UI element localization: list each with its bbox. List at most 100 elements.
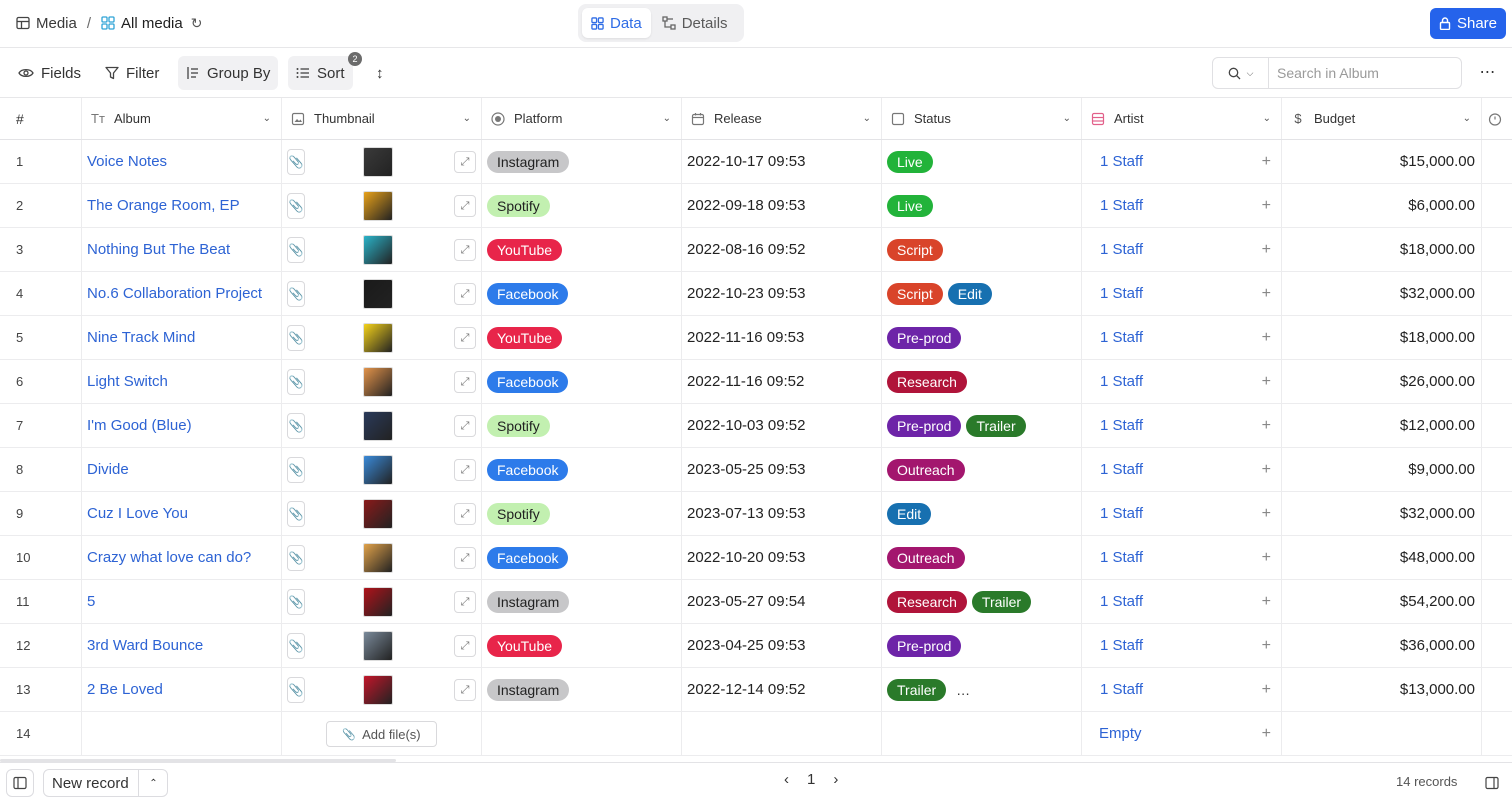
chevron-down-icon[interactable]: ⌄: [463, 113, 471, 124]
platform-cell[interactable]: YouTube: [482, 624, 682, 667]
release-cell[interactable]: 2022-08-16 09:52: [682, 228, 882, 271]
thumbnail-cell[interactable]: 📎 ⤢: [282, 140, 482, 183]
thumbnail-cell[interactable]: 📎 ⤢: [282, 272, 482, 315]
row-height-button[interactable]: ↕: [368, 56, 392, 90]
budget-cell[interactable]: $54,200.00: [1282, 580, 1482, 623]
platform-cell[interactable]: Facebook: [482, 448, 682, 491]
table-row[interactable]: 4 No.6 Collaboration Project 📎 ⤢ Faceboo…: [0, 272, 1512, 316]
artist-link[interactable]: 1 Staff: [1082, 417, 1143, 434]
artist-cell[interactable]: 1 Staff +: [1082, 624, 1282, 667]
attach-icon[interactable]: 📎: [287, 588, 305, 615]
release-cell[interactable]: 2022-10-23 09:53: [682, 272, 882, 315]
expand-icon[interactable]: ⤢: [454, 635, 476, 657]
expand-icon[interactable]: ⤢: [454, 195, 476, 217]
share-button[interactable]: Share: [1430, 8, 1506, 39]
table-row[interactable]: 1 Voice Notes 📎 ⤢ Instagram 2022-10-17 0…: [0, 140, 1512, 184]
artist-link[interactable]: 1 Staff: [1082, 153, 1143, 170]
expand-icon[interactable]: ⤢: [454, 679, 476, 701]
status-cell[interactable]: Trailer…: [882, 668, 1082, 711]
table-row[interactable]: 3 Nothing But The Beat 📎 ⤢ YouTube 2022-…: [0, 228, 1512, 272]
new-record-button[interactable]: New record ⌃: [43, 769, 168, 797]
artist-link[interactable]: 1 Staff: [1082, 197, 1143, 214]
add-link-icon[interactable]: +: [1262, 725, 1271, 743]
budget-cell[interactable]: $9,000.00: [1282, 448, 1482, 491]
artist-cell[interactable]: 1 Staff +: [1082, 360, 1282, 403]
artist-cell[interactable]: 1 Staff +: [1082, 536, 1282, 579]
attach-icon[interactable]: 📎: [287, 412, 305, 439]
artist-link[interactable]: 1 Staff: [1082, 549, 1143, 566]
new-record-dropdown[interactable]: ⌃: [138, 770, 168, 796]
release-cell[interactable]: 2022-11-16 09:53: [682, 316, 882, 359]
platform-cell[interactable]: Instagram: [482, 668, 682, 711]
status-cell[interactable]: Live: [882, 140, 1082, 183]
add-link-icon[interactable]: +: [1262, 285, 1271, 303]
attach-icon[interactable]: 📎: [287, 192, 305, 219]
thumbnail-cell[interactable]: 📎 ⤢: [282, 668, 482, 711]
add-link-icon[interactable]: +: [1262, 637, 1271, 655]
attach-icon[interactable]: 📎: [287, 632, 305, 659]
thumbnail-cell[interactable]: 📎 ⤢: [282, 228, 482, 271]
column-header-artist[interactable]: Artist ⌄: [1082, 98, 1282, 139]
artist-cell[interactable]: 1 Staff +: [1082, 316, 1282, 359]
add-link-icon[interactable]: +: [1262, 593, 1271, 611]
thumbnail-image[interactable]: [363, 543, 393, 573]
album-cell[interactable]: The Orange Room, EP: [82, 184, 282, 227]
artist-link[interactable]: 1 Staff: [1082, 285, 1143, 302]
budget-cell[interactable]: $6,000.00: [1282, 184, 1482, 227]
attach-icon[interactable]: 📎: [287, 280, 305, 307]
breadcrumb-base[interactable]: Media: [16, 15, 77, 32]
table-row[interactable]: 6 Light Switch 📎 ⤢ Facebook 2022-11-16 0…: [0, 360, 1512, 404]
platform-cell[interactable]: Spotify: [482, 404, 682, 447]
album-cell[interactable]: 5: [82, 580, 282, 623]
platform-cell[interactable]: Instagram: [482, 140, 682, 183]
attach-icon[interactable]: 📎: [287, 456, 305, 483]
attach-icon[interactable]: 📎: [287, 324, 305, 351]
release-cell[interactable]: 2023-07-13 09:53: [682, 492, 882, 535]
budget-cell[interactable]: $26,000.00: [1282, 360, 1482, 403]
thumbnail-image[interactable]: [363, 147, 393, 177]
release-cell[interactable]: [682, 712, 882, 755]
artist-link[interactable]: 1 Staff: [1082, 373, 1143, 390]
attach-icon[interactable]: 📎: [287, 148, 305, 175]
release-cell[interactable]: 2022-09-18 09:53: [682, 184, 882, 227]
status-cell[interactable]: Pre-prod: [882, 624, 1082, 667]
add-link-icon[interactable]: +: [1262, 549, 1271, 567]
thumbnail-image[interactable]: [363, 499, 393, 529]
album-cell[interactable]: Cuz I Love You: [82, 492, 282, 535]
add-link-icon[interactable]: +: [1262, 505, 1271, 523]
artist-link[interactable]: 1 Staff: [1082, 593, 1143, 610]
status-cell[interactable]: Outreach: [882, 448, 1082, 491]
status-overflow[interactable]: …: [956, 682, 970, 698]
thumbnail-image[interactable]: [363, 675, 393, 705]
budget-cell[interactable]: $15,000.00: [1282, 140, 1482, 183]
status-cell[interactable]: Edit: [882, 492, 1082, 535]
release-cell[interactable]: 2023-05-27 09:54: [682, 580, 882, 623]
attach-icon[interactable]: 📎: [287, 544, 305, 571]
column-header-album[interactable]: Tᴛ Album ⌄: [82, 98, 282, 139]
attach-icon[interactable]: 📎: [287, 368, 305, 395]
platform-cell[interactable]: Facebook: [482, 360, 682, 403]
more-options-icon[interactable]: ⋯: [1478, 62, 1498, 82]
thumbnail-image[interactable]: [363, 191, 393, 221]
artist-cell[interactable]: 1 Staff +: [1082, 404, 1282, 447]
release-cell[interactable]: 2022-10-20 09:53: [682, 536, 882, 579]
release-cell[interactable]: 2022-10-17 09:53: [682, 140, 882, 183]
thumbnail-image[interactable]: [363, 367, 393, 397]
status-cell[interactable]: [882, 712, 1082, 755]
artist-cell[interactable]: 1 Staff +: [1082, 184, 1282, 227]
artist-link[interactable]: 1 Staff: [1082, 329, 1143, 346]
expand-icon[interactable]: ⤢: [454, 327, 476, 349]
expand-icon[interactable]: ⤢: [454, 415, 476, 437]
expand-icon[interactable]: ⤢: [454, 283, 476, 305]
thumbnail-cell[interactable]: 📎 ⤢: [282, 184, 482, 227]
add-link-icon[interactable]: +: [1262, 461, 1271, 479]
platform-cell[interactable]: Spotify: [482, 492, 682, 535]
column-header-release[interactable]: Release ⌄: [682, 98, 882, 139]
album-cell[interactable]: [82, 712, 282, 755]
release-cell[interactable]: 2023-04-25 09:53: [682, 624, 882, 667]
album-cell[interactable]: Nothing But The Beat: [82, 228, 282, 271]
album-cell[interactable]: 3rd Ward Bounce: [82, 624, 282, 667]
expand-icon[interactable]: ⤢: [454, 239, 476, 261]
status-cell[interactable]: Pre-prod Trailer: [882, 404, 1082, 447]
artist-cell[interactable]: 1 Staff +: [1082, 140, 1282, 183]
